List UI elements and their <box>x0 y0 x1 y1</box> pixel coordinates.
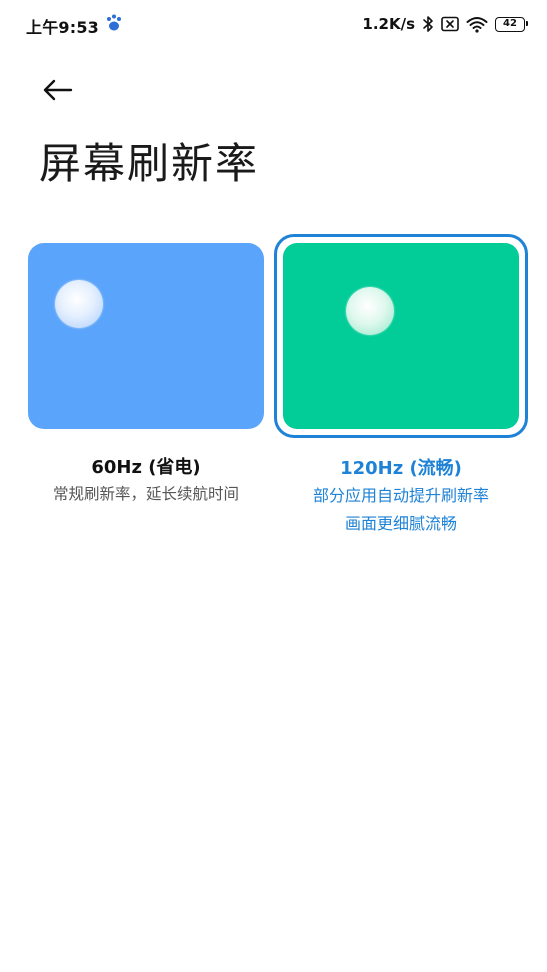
no-sim-icon <box>441 16 459 32</box>
status-bar: 上午9:53 1.2K/s 42 <box>0 0 547 48</box>
option-60hz-name: 60Hz (省电) <box>91 457 201 478</box>
network-speed: 1.2K/s <box>362 15 415 33</box>
status-time: 上午9:53 <box>26 18 99 37</box>
paw-notification-icon <box>107 14 121 31</box>
screen: 上午9:53 1.2K/s 42 屏幕刷新率 60Hz (省电) 常规刷新率，延… <box>0 0 547 972</box>
wifi-icon <box>466 16 488 33</box>
option-60hz[interactable]: 60Hz (省电) 常规刷新率，延长续航时间 <box>28 243 264 507</box>
battery-icon: 42 <box>495 16 528 32</box>
back-arrow-icon <box>43 79 73 101</box>
preview-60hz <box>28 243 264 429</box>
option-120hz-desc-line2: 画面更细腻流畅 <box>344 514 457 533</box>
preview-120hz <box>283 243 519 429</box>
option-120hz-desc-line1: 部分应用自动提升刷新率 <box>312 486 489 505</box>
preview-ball <box>346 287 394 335</box>
selected-outline <box>274 234 528 438</box>
bluetooth-icon <box>423 16 433 32</box>
status-icons: 1.2K/s 42 <box>362 14 528 34</box>
option-120hz-name: 120Hz (流畅) <box>340 458 462 479</box>
battery-level: 42 <box>503 18 517 29</box>
preview-ball <box>55 280 103 328</box>
option-120hz[interactable]: 120Hz (流畅) 部分应用自动提升刷新率 画面更细腻流畅 <box>274 234 528 538</box>
option-60hz-desc: 常规刷新率，延长续航时间 <box>52 485 239 503</box>
page-title: 屏幕刷新率 <box>39 139 260 188</box>
back-button[interactable] <box>36 70 80 110</box>
